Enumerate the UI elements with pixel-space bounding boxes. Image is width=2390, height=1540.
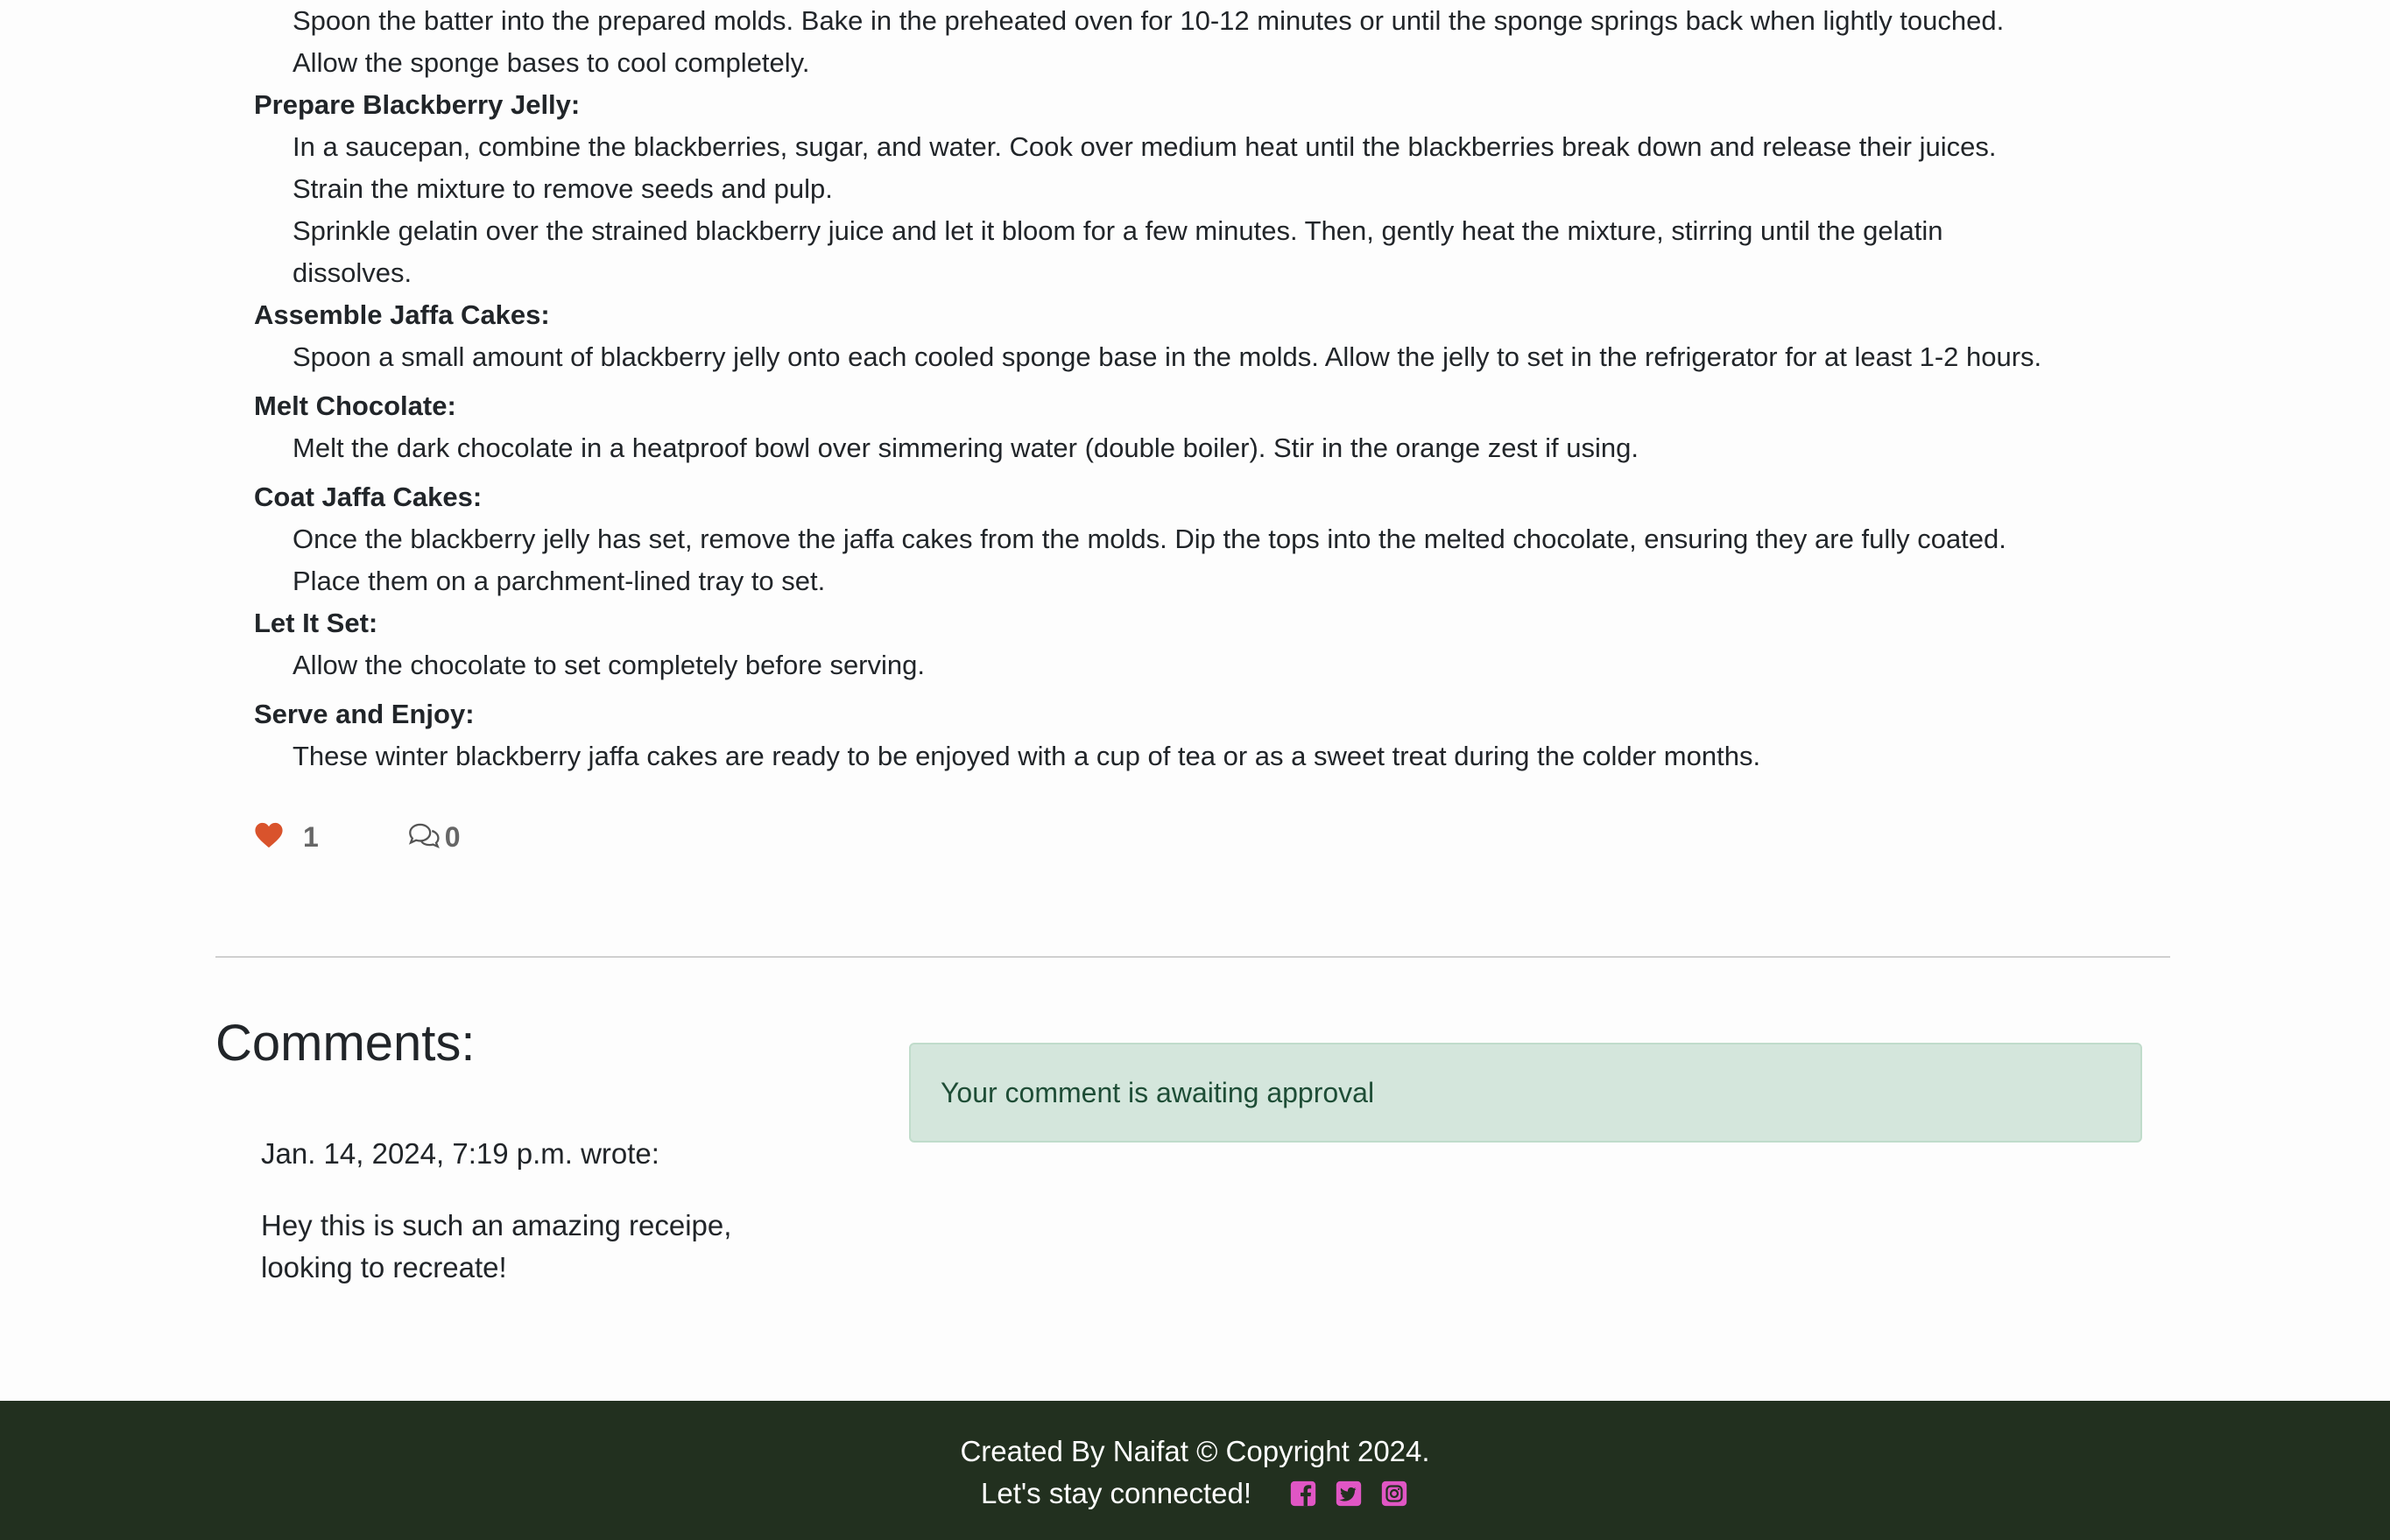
comment-meta: Jan. 14, 2024, 7:19 p.m. wrote:: [261, 1137, 659, 1170]
step-text: Spoon the batter into the prepared molds…: [293, 5, 2005, 36]
method-step: Prepare Blackberry Jelly: In a saucepan, …: [254, 84, 2181, 294]
comment-body: Hey this is such an amazing receipe, loo…: [261, 1205, 786, 1289]
chat-icon: [406, 819, 441, 855]
step-text: Allow the sponge bases to cool completel…: [293, 47, 810, 78]
step-text: Place them on a parchment-lined tray to …: [293, 566, 826, 596]
method-step: Coat Jaffa Cakes: Once the blackberry jel…: [254, 476, 2181, 602]
comment-count: 0: [444, 820, 461, 853]
method-step: Serve and Enjoy: These winter blackberry …: [254, 693, 2181, 784]
facebook-icon[interactable]: [1288, 1479, 1318, 1508]
step-spacer: [254, 378, 2181, 385]
comment-body-line: looking to recreate!: [261, 1251, 507, 1283]
step-title: Melt Chocolate:: [254, 390, 456, 421]
section-divider: [215, 956, 2170, 958]
like-button[interactable]: 1: [254, 821, 319, 854]
like-count: 1: [303, 820, 319, 853]
step-title: Prepare Blackberry Jelly:: [254, 89, 581, 120]
step-text: In a saucepan, combine the blackberries,…: [293, 131, 1997, 162]
twitter-icon[interactable]: [1334, 1479, 1364, 1508]
comment-body-line: Hey this is such an amazing receipe,: [261, 1209, 732, 1241]
site-footer: Created By Naifat © Copyright 2024. Let'…: [0, 1401, 2390, 1540]
step-text: Spoon a small amount of blackberry jelly…: [293, 341, 2042, 372]
step-spacer: [254, 469, 2181, 476]
step-title: Assemble Jaffa Cakes:: [254, 299, 550, 330]
step-text: Allow the chocolate to set completely be…: [293, 650, 925, 680]
step-text: Sprinkle gelatin over the strained black…: [293, 215, 1943, 246]
comments-heading: Comments:: [215, 1015, 476, 1072]
method-step: Melt Chocolate: Melt the dark chocolate i…: [254, 385, 2181, 476]
method-list: Spoon the batter into the prepared molds…: [254, 0, 2181, 784]
stay-connected-text: Let's stay connected!: [981, 1477, 1251, 1509]
instagram-icon[interactable]: [1379, 1479, 1409, 1508]
social-links: [1273, 1479, 1409, 1508]
method-step: Let It Set: Allow the chocolate to set co…: [254, 602, 2181, 693]
step-text: Strain the mixture to remove seeds and p…: [293, 173, 833, 204]
step-text: Melt the dark chocolate in a heatproof b…: [293, 432, 1639, 463]
copyright-text: Created By Naifat © Copyright 2024.: [960, 1435, 1430, 1467]
step-title: Let It Set:: [254, 608, 378, 638]
heart-icon[interactable]: [254, 821, 284, 854]
step-spacer: [254, 686, 2181, 693]
method-step: Assemble Jaffa Cakes: Spoon a small amoun…: [254, 294, 2181, 385]
comment-counter: 0: [406, 819, 461, 855]
reactions-bar: 1 0: [254, 816, 461, 858]
step-text: dissolves.: [293, 257, 412, 288]
step-spacer: [254, 777, 2181, 784]
step-title: Coat Jaffa Cakes:: [254, 482, 483, 512]
step-title: Serve and Enjoy:: [254, 699, 475, 729]
method-steps: Spoon the batter into the prepared molds…: [254, 0, 2181, 784]
social-row: Let's stay connected!: [0, 1474, 2390, 1513]
approval-alert: Your comment is awaiting approval: [909, 1043, 2142, 1143]
step-text: These winter blackberry jaffa cakes are …: [293, 741, 1761, 771]
step-text: Once the blackberry jelly has set, remov…: [293, 524, 2006, 554]
method-step: Spoon the batter into the prepared molds…: [254, 0, 2181, 84]
